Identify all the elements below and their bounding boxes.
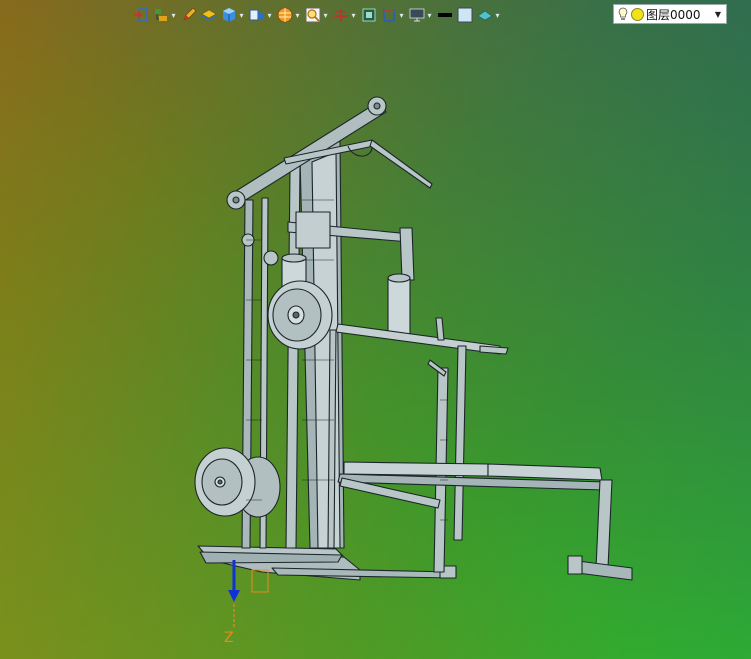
weight-bench-model[interactable] <box>0 0 751 659</box>
z-axis-label: Z <box>224 630 234 646</box>
z-axis-indicator <box>228 560 269 628</box>
3d-viewport[interactable]: ▾ ▾ ▾ ▾ ▾ ▾ ▾ ▾ ▾ 图层0000 ▼ Z <box>0 0 751 659</box>
